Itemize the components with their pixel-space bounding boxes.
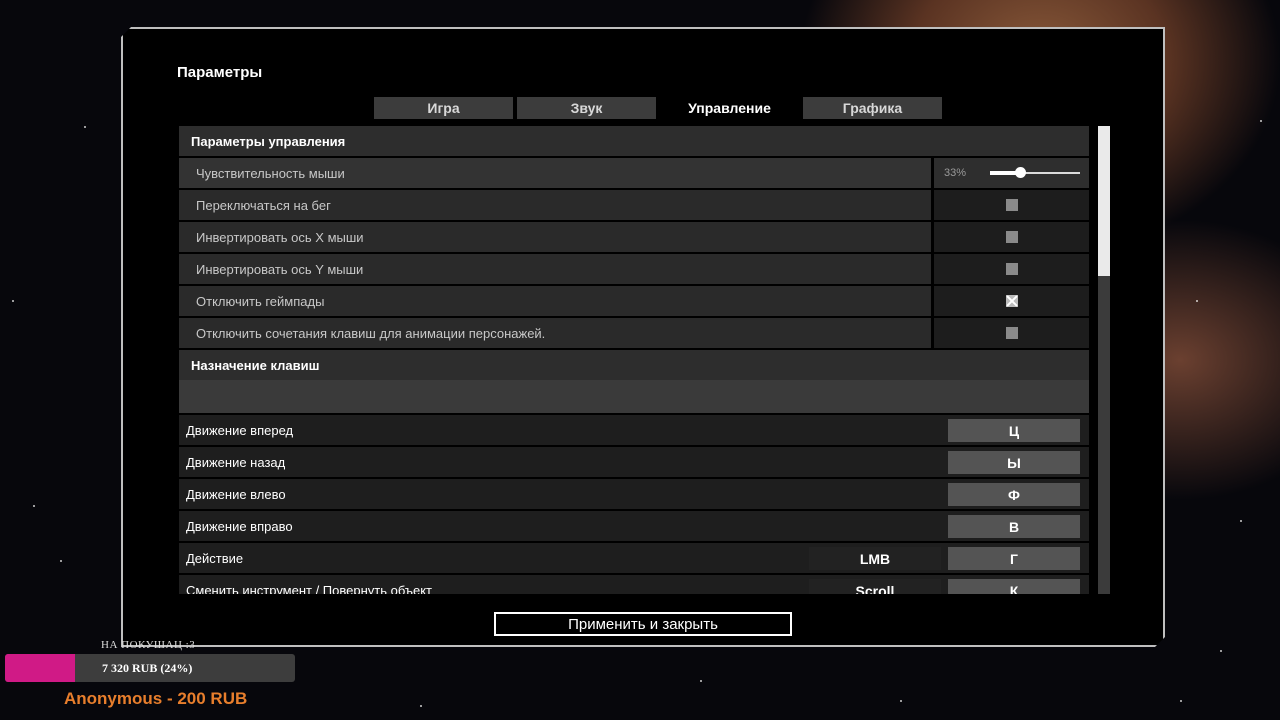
setting-label: Переключаться на бег xyxy=(179,190,931,220)
keybind-row: Действие LMB Г xyxy=(179,543,1089,573)
setting-label: Инвертировать ось X мыши xyxy=(179,222,931,252)
setting-value xyxy=(934,222,1089,252)
setting-row-toggle-run: Переключаться на бег xyxy=(179,190,1089,220)
tab-bar: Игра Звук Управление Графика xyxy=(374,97,942,119)
disable-anim-hotkeys-checkbox[interactable] xyxy=(1006,327,1018,339)
settings-content: Параметры управления Чувствительность мы… xyxy=(179,126,1089,594)
setting-label: Чувствительность мыши xyxy=(179,158,931,188)
setting-row-disable-anim-hotkeys: Отключить сочетания клавиш для анимации … xyxy=(179,318,1089,348)
setting-row-invert-y: Инвертировать ось Y мыши xyxy=(179,254,1089,284)
setting-value xyxy=(934,318,1089,348)
setting-value xyxy=(934,254,1089,284)
keybind-primary-button[interactable]: В xyxy=(948,515,1080,538)
mouse-sensitivity-slider[interactable] xyxy=(990,172,1080,174)
disable-gamepads-checkbox[interactable] xyxy=(1006,295,1018,307)
setting-label: Отключить геймпады xyxy=(179,286,931,316)
donation-progress-text: 7 320 RUB (24%) xyxy=(102,661,193,675)
keybind-alt-button[interactable]: LMB xyxy=(809,547,941,570)
setting-value: 33% xyxy=(934,158,1089,188)
keybind-row: Движение назад Ы xyxy=(179,447,1089,477)
donation-progress-bar: 7 320 RUB (24%) xyxy=(5,654,295,682)
invert-y-checkbox[interactable] xyxy=(1006,263,1018,275)
keybind-row: Движение вперед Ц xyxy=(179,415,1089,445)
setting-value xyxy=(934,286,1089,316)
slider-thumb[interactable] xyxy=(1015,167,1026,178)
setting-value xyxy=(934,190,1089,220)
settings-scrollbar[interactable] xyxy=(1098,126,1110,594)
section-header-controls: Параметры управления xyxy=(179,126,1089,156)
keybind-row: Движение вправо В xyxy=(179,511,1089,541)
setting-label: Инвертировать ось Y мыши xyxy=(179,254,931,284)
tab-sound[interactable]: Звук xyxy=(517,97,656,119)
tab-graphics[interactable]: Графика xyxy=(803,97,942,119)
tab-game[interactable]: Игра xyxy=(374,97,513,119)
keybind-primary-button[interactable]: К xyxy=(948,579,1080,594)
keybind-primary-button[interactable]: Ц xyxy=(948,419,1080,442)
apply-and-close-button[interactable]: Применить и закрыть xyxy=(494,612,792,636)
keybindings-spacer xyxy=(179,380,1089,413)
last-donor-text: Anonymous - 200 RUB xyxy=(64,689,248,708)
slider-percent: 33% xyxy=(944,167,967,179)
keybind-row: Движение влево Ф xyxy=(179,479,1089,509)
donation-goal-label: НА ПОКУШАЦ :3 xyxy=(101,639,196,651)
setting-row-disable-gamepads: Отключить геймпады xyxy=(179,286,1089,316)
keybind-primary-button[interactable]: Ф xyxy=(948,483,1080,506)
keybind-primary-button[interactable]: Г xyxy=(948,547,1080,570)
setting-row-invert-x: Инвертировать ось X мыши xyxy=(179,222,1089,252)
section-header-keybindings: Назначение клавиш xyxy=(179,350,1089,380)
setting-row-mouse-sensitivity: Чувствительность мыши 33% xyxy=(179,158,1089,188)
window-title: Параметры xyxy=(177,64,263,81)
toggle-run-checkbox[interactable] xyxy=(1006,199,1018,211)
scrollbar-thumb[interactable] xyxy=(1098,126,1110,276)
invert-x-checkbox[interactable] xyxy=(1006,231,1018,243)
tab-controls[interactable]: Управление xyxy=(660,97,799,119)
donation-progress-fill xyxy=(5,654,75,682)
keybind-alt-button[interactable]: Scroll xyxy=(809,579,941,594)
settings-window: Параметры Игра Звук Управление Графика П… xyxy=(121,27,1165,647)
keybind-primary-button[interactable]: Ы xyxy=(948,451,1080,474)
keybind-row: Сменить инструмент / Повернуть объект Sc… xyxy=(179,575,1089,594)
setting-label: Отключить сочетания клавиш для анимации … xyxy=(179,318,931,348)
